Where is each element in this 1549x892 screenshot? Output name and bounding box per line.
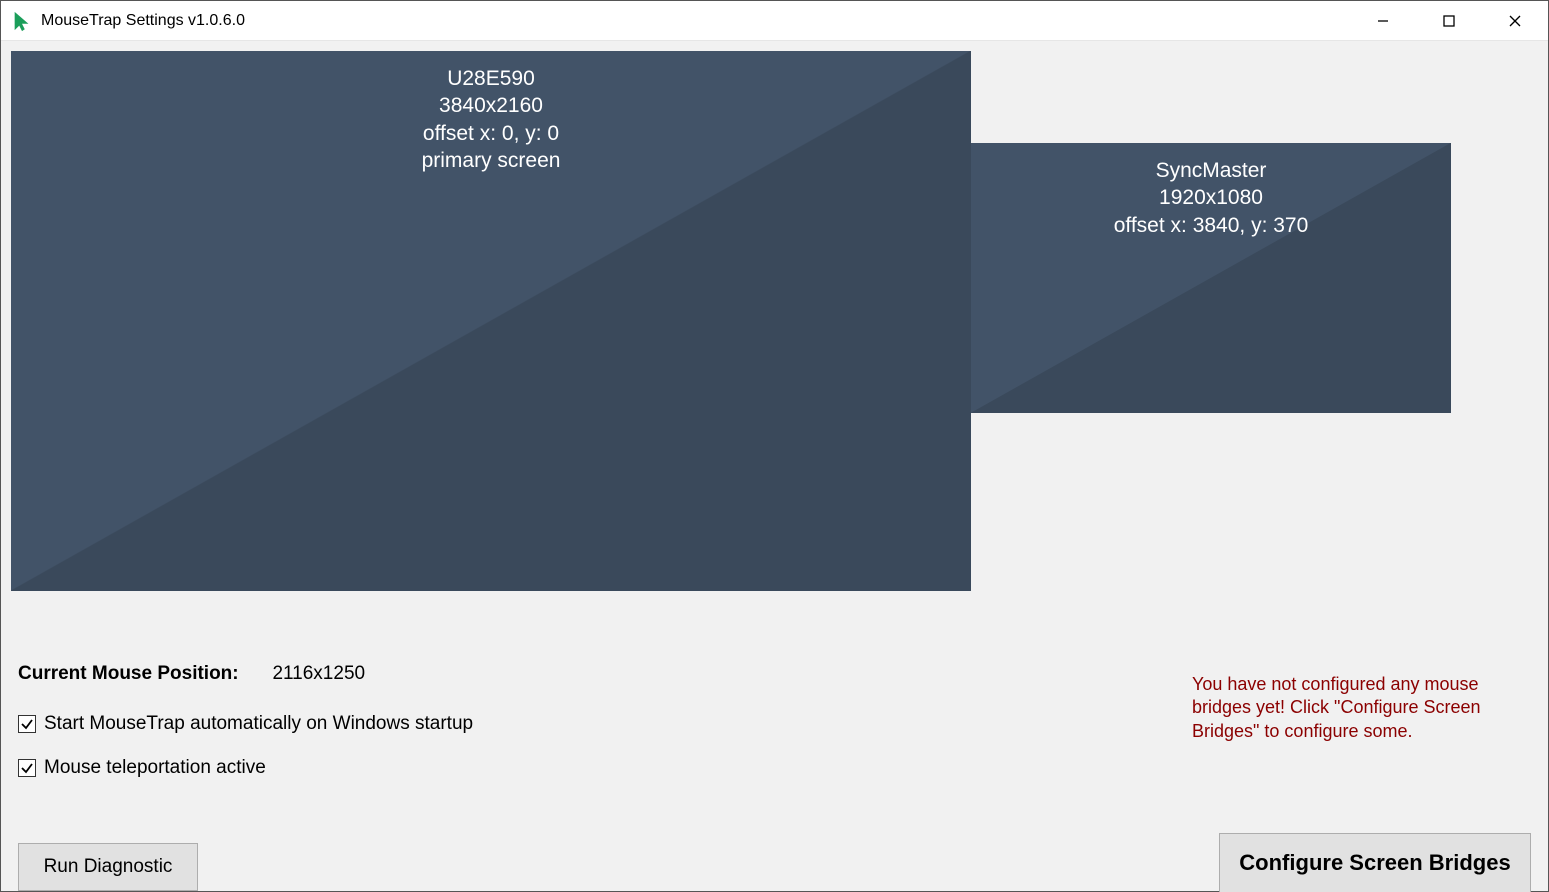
window-controls bbox=[1350, 1, 1548, 41]
monitor-note: primary screen bbox=[11, 147, 971, 174]
checkbox-row-teleport: Mouse teleportation active bbox=[18, 757, 1531, 779]
monitor-resolution: 3840x2160 bbox=[11, 92, 971, 119]
titlebar: MouseTrap Settings v1.0.6.0 bbox=[1, 1, 1548, 41]
content-area: U28E590 3840x2160 offset x: 0, y: 0 prim… bbox=[1, 41, 1548, 891]
maximize-button[interactable] bbox=[1416, 1, 1482, 41]
monitor-offset: offset x: 0, y: 0 bbox=[11, 120, 971, 147]
monitor-secondary[interactable]: SyncMaster 1920x1080 offset x: 3840, y: … bbox=[971, 143, 1451, 413]
bottom-panel: Current Mouse Position: 2116x1250 Start … bbox=[1, 653, 1548, 818]
checkbox-teleport[interactable] bbox=[18, 759, 36, 777]
minimize-button[interactable] bbox=[1350, 1, 1416, 41]
mouse-position-label: Current Mouse Position: bbox=[18, 663, 268, 685]
monitor-layout-area: U28E590 3840x2160 offset x: 0, y: 0 prim… bbox=[11, 51, 1539, 631]
monitor-resolution: 1920x1080 bbox=[971, 184, 1451, 211]
run-diagnostic-button[interactable]: Run Diagnostic bbox=[18, 843, 198, 891]
monitor-primary[interactable]: U28E590 3840x2160 offset x: 0, y: 0 prim… bbox=[11, 51, 971, 591]
app-window: MouseTrap Settings v1.0.6.0 U28E590 3840… bbox=[0, 0, 1549, 892]
close-button[interactable] bbox=[1482, 1, 1548, 41]
monitor-offset: offset x: 3840, y: 370 bbox=[971, 212, 1451, 239]
window-title: MouseTrap Settings v1.0.6.0 bbox=[41, 12, 245, 30]
monitor-name: SyncMaster bbox=[971, 157, 1451, 184]
app-icon bbox=[11, 10, 33, 32]
warning-text: You have not configured any mouse bridge… bbox=[1192, 673, 1536, 743]
checkbox-teleport-label[interactable]: Mouse teleportation active bbox=[44, 757, 266, 779]
mouse-position-value: 2116x1250 bbox=[272, 663, 365, 684]
monitor-name: U28E590 bbox=[11, 65, 971, 92]
checkbox-startup[interactable] bbox=[18, 715, 36, 733]
configure-screen-bridges-button[interactable]: Configure Screen Bridges bbox=[1219, 833, 1531, 892]
checkbox-startup-label[interactable]: Start MouseTrap automatically on Windows… bbox=[44, 713, 473, 735]
